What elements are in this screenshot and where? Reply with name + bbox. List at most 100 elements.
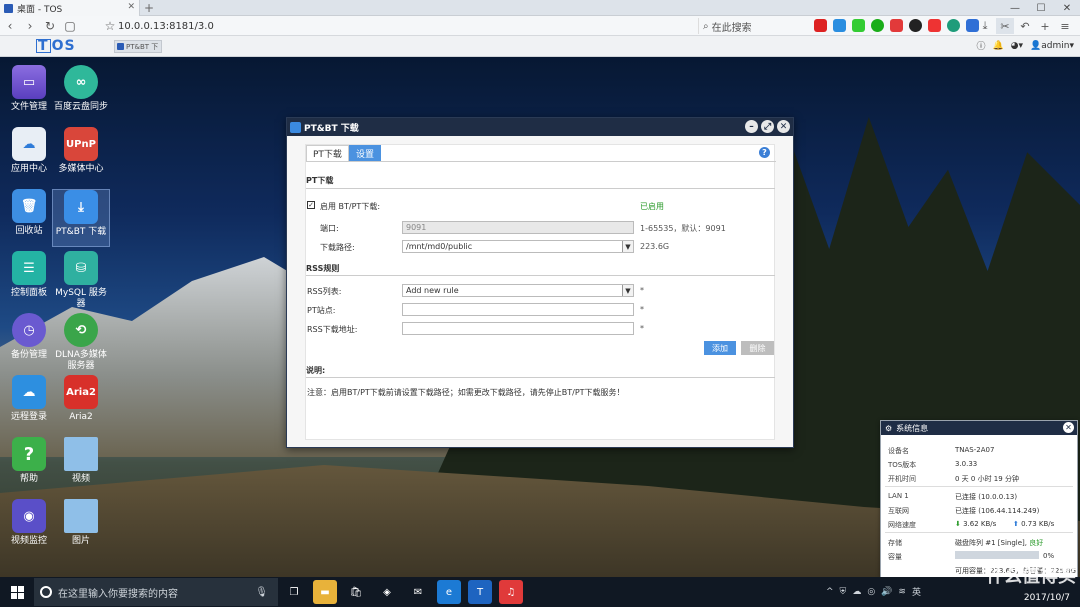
address-bar-input[interactable] bbox=[118, 18, 688, 34]
store-icon[interactable]: 🛍 bbox=[344, 580, 368, 604]
desktop-icon-label: 百度云盘同步 bbox=[53, 102, 108, 112]
wifi-icon[interactable]: ≋ bbox=[898, 587, 906, 597]
lan-value: 已连接 (10.0.0.13) bbox=[955, 493, 1018, 501]
file-explorer-icon[interactable]: ▬ bbox=[313, 580, 337, 604]
pt-site-input[interactable] bbox=[402, 303, 634, 316]
forward-icon[interactable]: › bbox=[20, 16, 40, 36]
speed-label: 网络速度 bbox=[888, 521, 916, 529]
netease-music-icon[interactable]: ♫ bbox=[499, 580, 523, 604]
add-button[interactable]: 添加 bbox=[704, 341, 736, 355]
storage-value: 磁盘阵列 #1 [Single], 良好 bbox=[955, 538, 1043, 548]
globe-icon[interactable]: ◕▾ bbox=[1011, 41, 1023, 51]
cloud-icon[interactable]: ☁ bbox=[852, 587, 861, 597]
storage-status: 良好 bbox=[1029, 539, 1044, 547]
tab-divider bbox=[306, 161, 776, 162]
file-manager-icon: ▭ bbox=[12, 65, 46, 99]
maximize-icon[interactable]: ⤢ bbox=[761, 120, 774, 133]
mail-icon[interactable]: ✉ bbox=[406, 580, 430, 604]
desktop-icon-aria2[interactable]: Aria2 Aria2 bbox=[52, 375, 110, 423]
reading-view-icon[interactable]: ▢ bbox=[60, 16, 80, 36]
tos-version-value: 3.0.33 bbox=[955, 460, 978, 468]
adblock-icon[interactable] bbox=[814, 19, 827, 32]
info-icon[interactable]: ⓘ bbox=[976, 39, 985, 52]
scissors-icon[interactable]: ✂ bbox=[996, 18, 1014, 34]
baidu-cloud-icon: ∞ bbox=[64, 65, 98, 99]
rss-url-input[interactable] bbox=[402, 322, 634, 335]
close-icon[interactable]: ✕ bbox=[777, 120, 790, 133]
desktop-icon-media-center[interactable]: UPnP 多媒体中心 bbox=[52, 127, 110, 175]
capacity-bar bbox=[955, 551, 1039, 559]
tos-logo-t: T bbox=[36, 38, 51, 54]
gift-icon[interactable] bbox=[890, 19, 903, 32]
tos-app-icon[interactable]: T bbox=[468, 580, 492, 604]
add-icon[interactable]: + bbox=[1036, 18, 1054, 34]
steam-icon[interactable]: ◎ bbox=[867, 587, 875, 597]
maximize-icon[interactable]: ☐ bbox=[1028, 0, 1054, 16]
desktop-icon-video-surveillance[interactable]: ◉ 视频监控 bbox=[0, 499, 58, 547]
extension-icons bbox=[814, 19, 979, 32]
volume-icon[interactable]: 🔊 bbox=[881, 587, 892, 597]
favorite-star-icon[interactable]: ☆ bbox=[100, 16, 120, 36]
desktop-icon-recycle-bin[interactable]: 🗑 回收站 bbox=[0, 189, 58, 237]
delete-button[interactable]: 删除 bbox=[741, 341, 774, 355]
desktop-icon-video-folder[interactable]: 视频 bbox=[52, 437, 110, 485]
browser-search-box[interactable]: ⌕ 在此搜索 bbox=[698, 18, 806, 34]
cat-icon[interactable] bbox=[852, 19, 865, 32]
minimize-icon[interactable]: — bbox=[1002, 0, 1028, 16]
microphone-icon[interactable]: 🎙 bbox=[255, 587, 268, 598]
desktop-icon-file-manager[interactable]: ▭ 文件管理 bbox=[0, 65, 58, 113]
close-window-icon[interactable]: ✕ bbox=[1054, 0, 1080, 16]
desktop-icon-control-panel[interactable]: ☰ 控制面板 bbox=[0, 251, 58, 299]
app-icon[interactable]: ◈ bbox=[375, 580, 399, 604]
desktop-icon-app-center[interactable]: ☁ 应用中心 bbox=[0, 127, 58, 175]
aria2-icon: Aria2 bbox=[64, 375, 98, 409]
bell-icon[interactable]: 🔔 bbox=[992, 41, 1003, 51]
close-tab-icon[interactable]: ✕ bbox=[127, 2, 135, 12]
taskbar-search-box[interactable]: 在这里输入你要搜索的内容 🎙 bbox=[34, 578, 278, 606]
ime-indicator[interactable]: 英 bbox=[912, 585, 921, 598]
task-view-icon[interactable]: ❐ bbox=[282, 580, 306, 604]
desktop-icon-help[interactable]: ? 帮助 bbox=[0, 437, 58, 485]
minimize-icon[interactable]: – bbox=[745, 120, 758, 133]
back-icon[interactable]: ‹ bbox=[0, 16, 20, 36]
desktop-icon-backup[interactable]: ◷ 备份管理 bbox=[0, 313, 58, 361]
menu-icon[interactable]: ≡ bbox=[1056, 18, 1074, 34]
sysinfo-title-bar[interactable]: ⚙ 系统信息 ✕ bbox=[881, 421, 1077, 435]
pt-bt-small-icon bbox=[117, 43, 124, 50]
browser-tab[interactable]: 桌面 - TOS ✕ bbox=[0, 0, 140, 16]
desktop-icon-label: 多媒体中心 bbox=[58, 164, 104, 174]
start-button[interactable] bbox=[0, 577, 34, 607]
browser-tab-bar: 桌面 - TOS ✕ + — ☐ ✕ bbox=[0, 0, 1080, 16]
enable-checkbox[interactable]: ✓ bbox=[307, 201, 315, 209]
user-menu[interactable]: 👤admin▾ bbox=[1030, 41, 1074, 51]
window-title-bar[interactable]: PT&BT 下载 – ⤢ ✕ bbox=[287, 118, 793, 136]
desktop-icon-remote-login[interactable]: ☁ 远程登录 bbox=[0, 375, 58, 423]
green-circle-icon[interactable] bbox=[947, 19, 960, 32]
recycle-bin-icon: 🗑 bbox=[12, 189, 46, 223]
close-icon[interactable]: ✕ bbox=[1063, 422, 1074, 433]
help-icon[interactable]: ? bbox=[759, 147, 770, 158]
task-tab-pt-bt[interactable]: PT&BT 下 bbox=[114, 40, 162, 53]
desktop-icon-mysql[interactable]: ⛁ MySQL 服务器 bbox=[52, 251, 110, 310]
music-icon[interactable] bbox=[909, 19, 922, 32]
edge-browser-icon[interactable]: e bbox=[437, 580, 461, 604]
desktop-icon-dlna[interactable]: ⟲ DLNA多媒体服务器 bbox=[52, 313, 110, 372]
desktop-icon-pt-bt[interactable]: ⤓ PT&BT 下载 bbox=[52, 189, 110, 247]
tab-pt-download[interactable]: PT下载 bbox=[306, 145, 349, 161]
desktop-icon-baidu-sync[interactable]: ∞ 百度云盘同步 bbox=[52, 65, 110, 113]
refresh-icon[interactable]: ↻ bbox=[40, 16, 60, 36]
tab-settings[interactable]: 设置 bbox=[348, 145, 381, 161]
download-icon[interactable]: ⤓ bbox=[976, 18, 994, 34]
expand-tray-icon[interactable]: ^ bbox=[826, 587, 834, 597]
tos-version-label: TOS版本 bbox=[888, 461, 917, 469]
wechat-icon[interactable] bbox=[871, 19, 884, 32]
download-path-select[interactable]: /mnt/md0/public ▼ bbox=[402, 240, 634, 253]
port-input[interactable] bbox=[402, 221, 634, 234]
desktop-icon-pictures-folder[interactable]: 图片 bbox=[52, 499, 110, 547]
red-icon[interactable] bbox=[928, 19, 941, 32]
undo-icon[interactable]: ↶ bbox=[1016, 18, 1034, 34]
new-tab-button[interactable]: + bbox=[144, 1, 154, 15]
play-icon[interactable] bbox=[833, 19, 846, 32]
shield-icon[interactable]: ⛨ bbox=[840, 587, 847, 597]
rss-list-select[interactable]: Add new rule ▼ bbox=[402, 284, 634, 297]
